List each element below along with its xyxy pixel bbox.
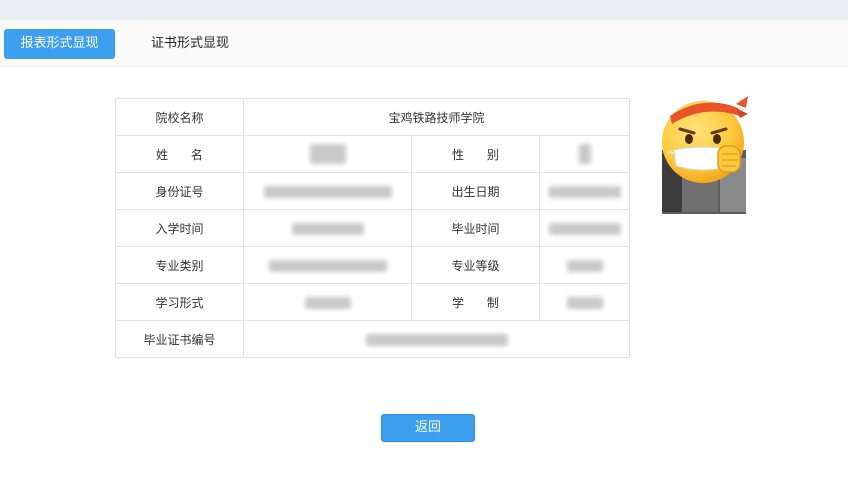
student-photo [660,92,748,214]
level-label: 专业等级 [411,246,540,284]
enroll-value [243,209,412,247]
redacted-level [566,259,603,272]
table-row: 院校名称 宝鸡铁路技师学院 [115,98,630,136]
mode-value [243,283,412,321]
graduate-label: 毕业时间 [411,209,540,247]
cert-no-label: 毕业证书编号 [115,320,244,358]
table-row: 身份证号 出生日期 [115,172,630,210]
emoji-mask-avatar-icon [662,96,748,214]
redacted-duration [566,296,603,309]
major-value [243,246,412,284]
school-value: 宝鸡铁路技师学院 [243,98,630,136]
school-label: 院校名称 [115,98,244,136]
table-row: 姓 名 性 别 [115,135,630,173]
tab-bar: 报表形式显现 证书形式显现 [0,20,848,67]
tab-report-view[interactable]: 报表形式显现 [4,29,115,59]
back-button[interactable]: 返回 [381,414,475,442]
major-label: 专业类别 [115,246,244,284]
redacted-major [268,259,387,272]
id-value [243,172,412,210]
name-label: 姓 名 [115,135,244,173]
gender-value [539,135,630,173]
redacted-gender [578,144,591,164]
redacted-id [263,185,392,198]
redacted-graduate [548,222,621,235]
redacted-cert-no [365,333,508,346]
graduate-value [539,209,630,247]
duration-label: 学 制 [411,283,540,321]
name-value [243,135,412,173]
id-label: 身份证号 [115,172,244,210]
graduate-info-table: 院校名称 宝鸡铁路技师学院 姓 名 性 别 身份证号 出生日期 入学时间 毕业时… [115,98,630,358]
birth-label: 出生日期 [411,172,540,210]
level-value [539,246,630,284]
gender-label: 性 别 [411,135,540,173]
tab-certificate-view[interactable]: 证书形式显现 [135,29,245,59]
redacted-enroll [291,222,364,235]
redacted-birth [548,185,621,198]
cert-no-value [243,320,630,358]
table-row: 毕业证书编号 [115,320,630,358]
duration-value [539,283,630,321]
table-row: 入学时间 毕业时间 [115,209,630,247]
redacted-mode [304,296,351,309]
table-row: 学习形式 学 制 [115,283,630,321]
table-row: 专业类别 专业等级 [115,246,630,284]
mode-label: 学习形式 [115,283,244,321]
top-strip [0,0,848,20]
redacted-name [309,144,346,164]
birth-value [539,172,630,210]
enroll-label: 入学时间 [115,209,244,247]
